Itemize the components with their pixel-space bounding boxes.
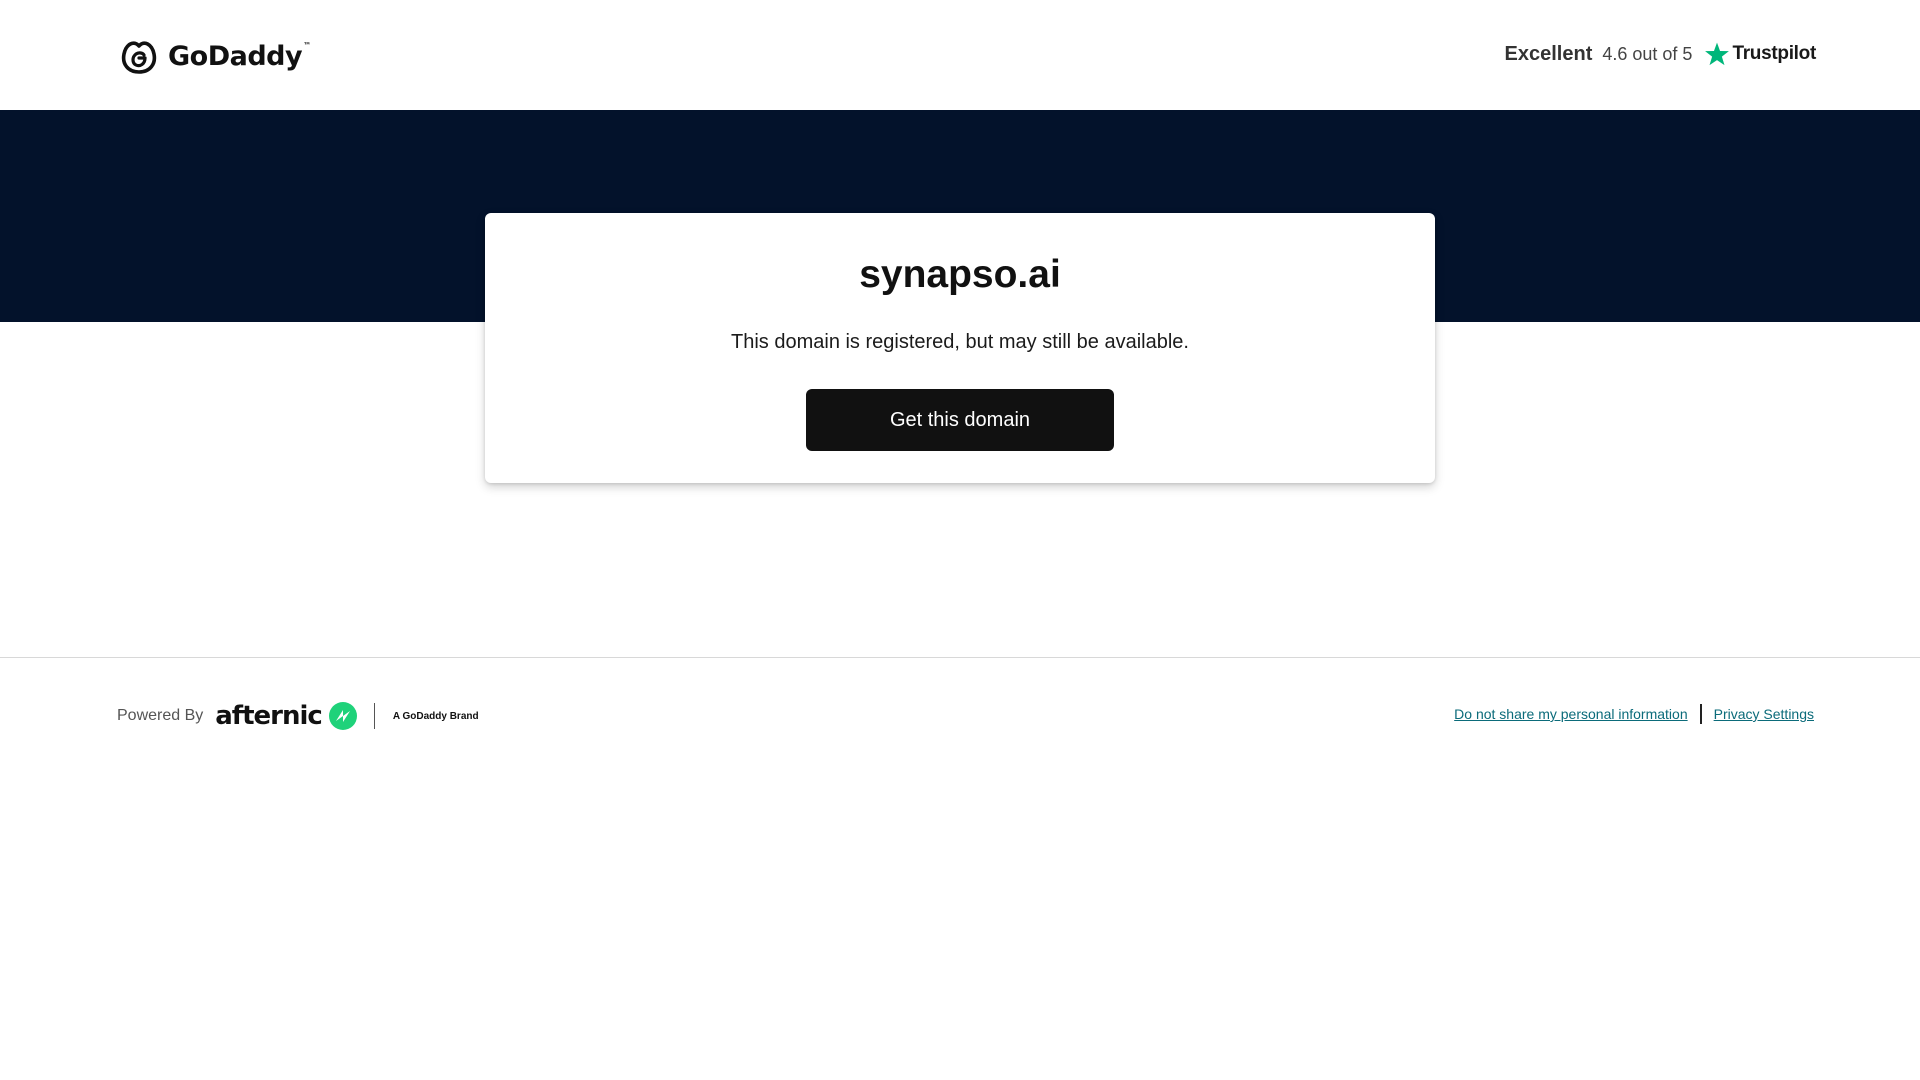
footer-links: Do not share my personal information Pri… [1454, 704, 1814, 724]
domain-name-heading: synapso.ai [859, 253, 1061, 296]
privacy-settings-link[interactable]: Privacy Settings [1714, 706, 1814, 722]
godaddy-brand-tag: A GoDaddy Brand [392, 710, 479, 722]
trustpilot-rating[interactable]: Excellent 4.6 out of 5 Trustpilot [1505, 36, 1816, 72]
trustpilot-logo: Trustpilot [1704, 41, 1816, 67]
trust-rating-score: 4.6 out of 5 [1602, 43, 1693, 64]
godaddy-logo[interactable]: GoDaddy™ [118, 36, 311, 76]
domain-status-text: This domain is registered, but may still… [731, 331, 1189, 353]
afternic-logo-icon [328, 702, 357, 730]
domain-card: synapso.ai This domain is registered, bu… [485, 213, 1435, 483]
get-this-domain-button[interactable]: Get this domain [806, 389, 1114, 451]
brand-separator [373, 703, 375, 729]
powered-by: Powered By afternic A GoDaddy Brand [117, 696, 479, 736]
godaddy-logo-icon [121, 41, 157, 74]
afternic-logo[interactable]: afternic [215, 701, 358, 731]
logo-wordmark: GoDaddy™ [168, 40, 311, 72]
site-header: GoDaddy™ Excellent 4.6 out of 5 Trustpil… [0, 0, 1920, 110]
afternic-wordmark: afternic [215, 701, 323, 731]
trust-rating-label: Excellent [1504, 42, 1593, 65]
do-not-share-link[interactable]: Do not share my personal information [1454, 706, 1687, 722]
powered-by-label: Powered By [117, 707, 204, 724]
footer-link-separator [1699, 704, 1702, 724]
trustpilot-wordmark: Trustpilot [1732, 43, 1816, 64]
site-footer: Powered By afternic A GoDaddy Brand Do n… [0, 658, 1920, 778]
star-icon [1705, 42, 1730, 66]
